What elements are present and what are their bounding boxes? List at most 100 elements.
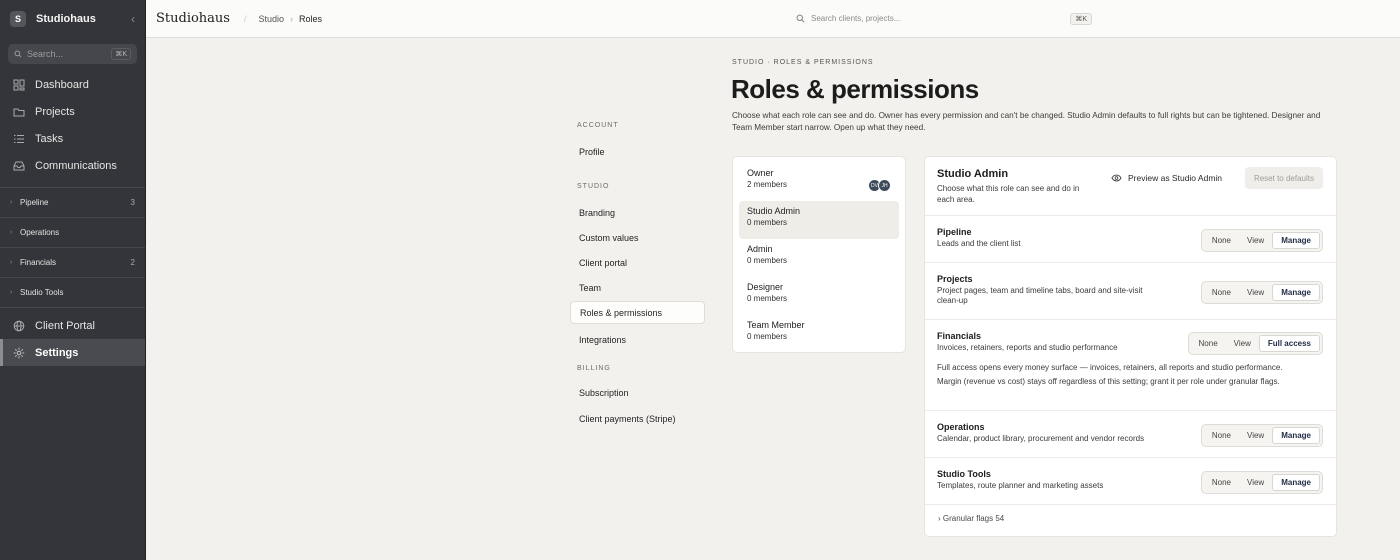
sidebar-group-label: Operations (20, 228, 60, 237)
option-none[interactable]: None (1204, 284, 1239, 301)
sidebar-search-placeholder: Search... (27, 49, 64, 59)
global-search-input[interactable]: Search clients, projects... ⌘K (796, 9, 1092, 29)
top-bar: Studiohaus / Studio › Roles Search clien… (146, 0, 1400, 38)
granular-flags-toggle[interactable]: › Granular flags 54 (938, 514, 1004, 523)
shortcut-badge: ⌘K (1070, 12, 1092, 25)
tasks-icon (14, 134, 24, 143)
permission-row-financials: Financials Invoices, retainers, reports … (925, 320, 1336, 411)
search-icon (14, 50, 22, 58)
sidebar-group-count: 2 (130, 258, 135, 267)
option-view[interactable]: View (1226, 335, 1259, 352)
settings-section-studio: STUDIO (577, 183, 610, 190)
settings-nav-branding[interactable]: Branding (570, 201, 705, 224)
member-avatars: DV JH (868, 179, 891, 192)
sidebar-group-operations[interactable]: › Operations (0, 217, 145, 247)
permission-level-control: None View Full access (1187, 332, 1323, 355)
settings-nav-client-portal[interactable]: Client portal (570, 251, 705, 274)
breadcrumb-roles: Roles (299, 13, 323, 24)
settings-nav-roles-permissions[interactable]: Roles & permissions (570, 301, 705, 324)
role-member-count: 0 members (747, 294, 788, 303)
option-manage[interactable]: Manage (1272, 427, 1320, 444)
option-none[interactable]: None (1191, 335, 1226, 352)
avatar: JH (878, 179, 891, 192)
option-none[interactable]: None (1204, 474, 1239, 491)
settings-nav-team[interactable]: Team (570, 276, 705, 299)
brand-wordmark[interactable]: Studiohaus (156, 11, 230, 26)
sidebar-group-pipeline[interactable]: › Pipeline 3 (0, 187, 145, 217)
page-description: Choose what each role can see and do. Ow… (732, 111, 1321, 132)
option-view[interactable]: View (1239, 474, 1272, 491)
sidebar-item-label: Communications (35, 159, 117, 172)
role-list: Owner 2 members DV JH Studio Admin 0 mem… (732, 156, 906, 353)
settings-section-billing: BILLING (577, 365, 611, 372)
preview-label: Preview as Studio Admin (1128, 173, 1223, 183)
permission-level-control: None View Manage (1200, 471, 1323, 494)
sidebar-item-dashboard[interactable]: Dashboard (0, 71, 145, 98)
role-name: Studio Admin (747, 206, 801, 216)
sidebar-item-tasks[interactable]: Tasks (0, 125, 145, 152)
dashboard-icon (13, 79, 25, 90)
option-none[interactable]: None (1204, 427, 1239, 444)
role-item-owner[interactable]: Owner 2 members DV JH (739, 163, 899, 201)
global-search-placeholder: Search clients, projects... (811, 14, 901, 23)
sidebar-item-label: Tasks (35, 132, 64, 145)
sidebar-item-client-portal[interactable]: Client Portal (0, 312, 145, 339)
workspace-logo: S (10, 10, 26, 27)
sidebar-group-financials[interactable]: › Financials 2 (0, 247, 145, 277)
breadcrumb-studio[interactable]: Studio (259, 14, 285, 24)
preview-as-role-button[interactable]: Preview as Studio Admin (1111, 173, 1222, 183)
collapse-sidebar-icon[interactable]: ‹ (131, 12, 135, 26)
reset-to-defaults-button[interactable]: Reset to defaults (1244, 167, 1323, 189)
option-view[interactable]: View (1239, 427, 1272, 444)
option-manage[interactable]: Manage (1272, 284, 1320, 301)
chevron-right-icon: › (10, 229, 13, 236)
sidebar-item-label: Client Portal (35, 319, 95, 332)
chevron-right-icon: › (10, 289, 13, 296)
permission-description: Project pages, team and timeline tabs, b… (937, 286, 1143, 305)
option-view[interactable]: View (1239, 284, 1272, 301)
shortcut-badge: ⌘K (111, 48, 131, 60)
sidebar-group-count: 3 (130, 198, 135, 207)
permission-description: Invoices, retainers, reports and studio … (937, 343, 1118, 352)
sidebar-item-label: Dashboard (35, 78, 89, 91)
workspace-switcher[interactable]: S Studiohaus ‹ (0, 0, 145, 37)
option-full-access[interactable]: Full access (1258, 335, 1320, 352)
sidebar-item-communications[interactable]: Communications (0, 152, 145, 179)
role-item-admin[interactable]: Admin 0 members (739, 239, 899, 277)
sidebar-item-label: Settings (35, 346, 79, 359)
role-name: Designer (747, 282, 784, 292)
settings-nav-custom-values[interactable]: Custom values (570, 226, 705, 249)
role-item-team-member[interactable]: Team Member 0 members (739, 315, 899, 353)
settings-nav-client-payments[interactable]: Client payments (Stripe) (570, 407, 705, 430)
page-eyebrow: STUDIO · ROLES & PERMISSIONS (732, 59, 874, 66)
permission-level-control: None View Manage (1200, 229, 1323, 252)
role-item-designer[interactable]: Designer 0 members (739, 277, 899, 315)
permission-description: Calendar, product library, procurement a… (937, 434, 1145, 443)
option-manage[interactable]: Manage (1272, 474, 1320, 491)
permission-row-studio-tools: Studio Tools Templates, route planner an… (925, 458, 1336, 505)
permission-level-control: None View Manage (1200, 424, 1323, 447)
role-name: Owner (747, 168, 774, 178)
sidebar-search-input[interactable]: Search... ⌘K (8, 44, 137, 64)
permission-row-operations: Operations Calendar, product library, pr… (925, 411, 1336, 458)
role-member-count: 0 members (747, 218, 788, 227)
breadcrumb-separator: › (290, 13, 294, 24)
sidebar-item-settings[interactable]: Settings (0, 339, 145, 366)
permission-panel-header: Studio Admin Choose what this role can s… (925, 157, 1336, 216)
globe-icon (13, 320, 25, 331)
gear-icon (13, 347, 25, 358)
role-item-studio-admin[interactable]: Studio Admin 0 members (739, 201, 899, 239)
permission-panel: Studio Admin Choose what this role can s… (924, 156, 1337, 537)
settings-nav-profile[interactable]: Profile (570, 140, 705, 163)
breadcrumb-divider: / (243, 13, 247, 24)
option-view[interactable]: View (1239, 232, 1272, 249)
option-none[interactable]: None (1204, 232, 1239, 249)
option-manage[interactable]: Manage (1272, 232, 1320, 249)
sidebar-group-studio-tools[interactable]: › Studio Tools (0, 277, 145, 307)
sidebar-item-projects[interactable]: Projects (0, 98, 145, 125)
page-title: Roles & permissions (731, 74, 979, 104)
permission-description: Leads and the client list (937, 239, 1021, 248)
settings-nav-integrations[interactable]: Integrations (570, 328, 705, 351)
settings-nav-subscription[interactable]: Subscription (570, 381, 705, 404)
permission-row-projects: Projects Project pages, team and timelin… (925, 263, 1336, 320)
